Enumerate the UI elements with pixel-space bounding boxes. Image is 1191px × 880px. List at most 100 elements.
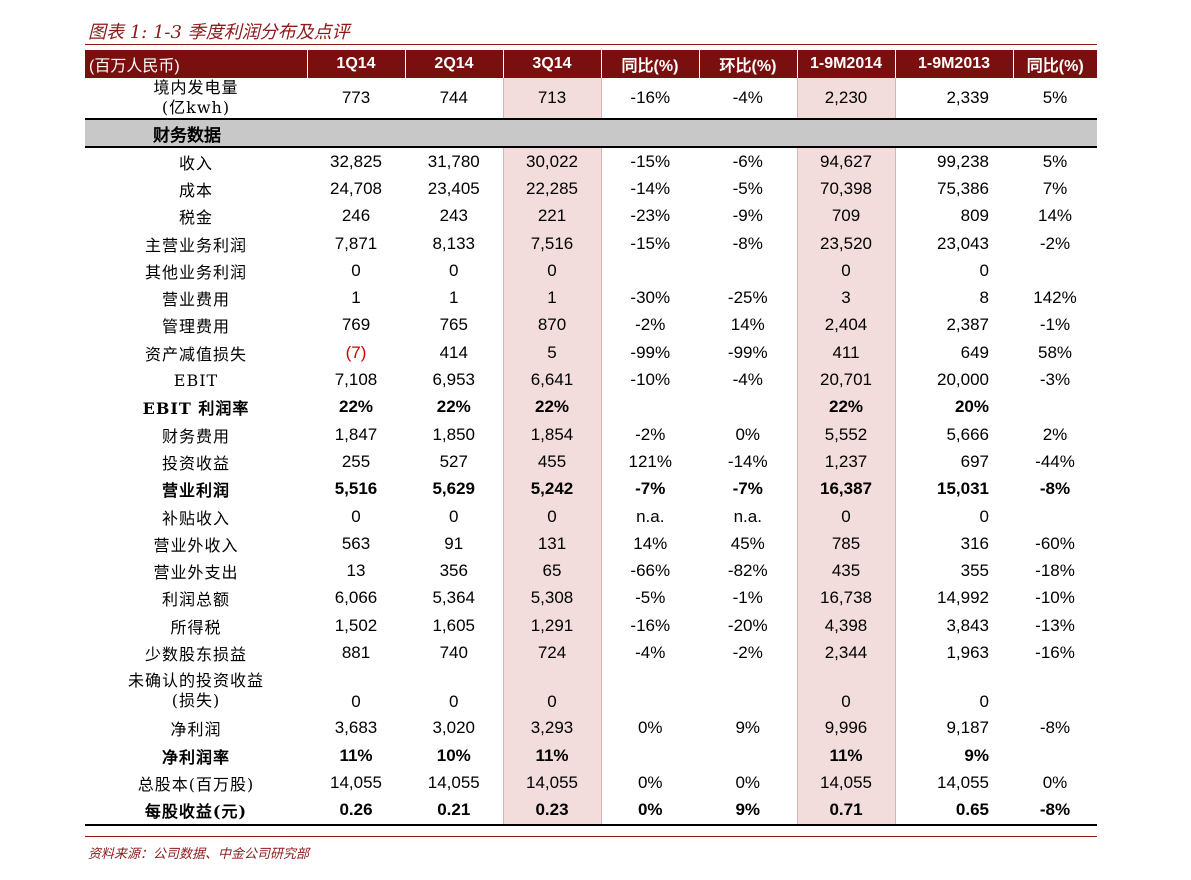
table-row: 营业利润 5,516 5,629 5,242 -7% -7% 16,387 15,031 -8% xyxy=(85,475,1097,503)
cell: 0 xyxy=(979,506,989,526)
cell: 1 xyxy=(502,284,602,312)
cell: -4% xyxy=(635,642,666,662)
cell: 3 xyxy=(796,284,896,312)
cell: -8% xyxy=(1039,718,1071,738)
cell: 1,291 xyxy=(502,612,602,640)
row-label: 税金 xyxy=(178,208,213,228)
cell: 2,230 xyxy=(796,78,896,119)
cell xyxy=(699,394,797,421)
row-label: 净利润率 xyxy=(161,747,230,767)
row-label: 少数股东损益 xyxy=(144,644,247,664)
cell: 91 xyxy=(444,533,464,553)
row-label-line2: (损失) xyxy=(171,690,221,710)
cell xyxy=(699,742,797,769)
table-row: EBIT 7,108 6,953 6,641 -10% -4% 20,701 20,000 -3… xyxy=(85,366,1097,394)
cell: 1,854 xyxy=(502,420,602,449)
cell: 356 xyxy=(439,561,468,581)
cell: -44% xyxy=(1035,451,1075,471)
cell: 221 xyxy=(502,202,602,230)
cell: 22% xyxy=(436,397,471,417)
cell: n.a. xyxy=(733,506,762,526)
row-label: 未确认的投资收益 (损失) xyxy=(85,667,307,715)
cell: 0% xyxy=(1042,772,1068,792)
cell: 11% xyxy=(339,745,373,765)
table-row: 净利润 3,683 3,020 3,293 0% 9% 9,996 9,187 -8% xyxy=(85,714,1097,742)
source-rule xyxy=(85,836,1097,837)
cell: 20,701 xyxy=(796,366,896,394)
section-row: 财务数据 xyxy=(85,118,1097,148)
cell: -14% xyxy=(630,178,671,198)
cell: 0 xyxy=(351,260,361,280)
cell: 243 xyxy=(439,206,468,226)
cell: 1,963 xyxy=(946,642,989,662)
cell: -7% xyxy=(732,479,763,499)
cell: 0.23 xyxy=(502,796,602,826)
cell: 563 xyxy=(341,533,371,553)
table-row-electricity: 境内发电量 (亿kwh) 773 744 713 -16% -4% 2,230 … xyxy=(85,78,1097,119)
cell: 411 xyxy=(796,339,896,367)
cell: 0 xyxy=(449,506,459,526)
source-note: 资料来源：公司数据、中金公司研究部 xyxy=(88,847,310,862)
cell: 0 xyxy=(449,260,459,280)
cell xyxy=(1013,503,1097,530)
cell: 14,055 xyxy=(937,772,989,792)
cell: 8,133 xyxy=(432,233,476,253)
cell: 5,364 xyxy=(432,588,476,608)
cell: 14% xyxy=(633,533,668,553)
cell: 0 xyxy=(502,502,602,531)
cell: 435 xyxy=(796,557,896,585)
cell: 0 xyxy=(796,666,896,715)
cell: 1,237 xyxy=(796,448,896,476)
cell: 65 xyxy=(502,557,602,585)
cell: 2,339 xyxy=(946,88,989,107)
cell: 16,738 xyxy=(796,584,896,613)
table-row: 投资收益 255 527 455 121% -14% 1,237 697 -44% xyxy=(85,448,1097,476)
cell: 6,641 xyxy=(502,366,602,394)
cell: 0 xyxy=(449,691,459,711)
cell: 22% xyxy=(338,397,374,417)
cell: 0 xyxy=(351,506,361,526)
cell: 3,843 xyxy=(946,615,989,635)
row-label: 财务费用 xyxy=(161,426,230,446)
cell: 8 xyxy=(979,288,989,308)
cell: -16% xyxy=(630,88,671,107)
row-label: 营业外支出 xyxy=(153,563,239,583)
cell: 0 xyxy=(351,691,361,711)
cell xyxy=(1013,394,1097,421)
cell xyxy=(601,667,699,715)
cell: -10% xyxy=(1035,588,1075,608)
table-row: 管理费用 769 765 870 -2% 14% 2,404 2,387 -1% xyxy=(85,311,1097,340)
cell: 7,108 xyxy=(334,370,378,390)
table-row: 补贴收入 0 0 0 n.a. n.a. 0 0 xyxy=(85,502,1097,531)
header-yoy-9m: 同比(%) xyxy=(1012,50,1097,78)
cell: 2,387 xyxy=(946,315,989,335)
cell: -4% xyxy=(732,88,763,107)
cell: 5% xyxy=(1042,88,1068,107)
cell: 7,871 xyxy=(334,233,378,253)
cell: 23,043 xyxy=(937,233,989,253)
cell: -20% xyxy=(727,615,768,635)
cell: 15,031 xyxy=(937,479,989,499)
cell: 649 xyxy=(960,342,989,362)
cell: 0 xyxy=(796,257,896,285)
cell: 744 xyxy=(439,88,468,107)
cell: -5% xyxy=(635,588,666,608)
header-unit: (百万人民币) xyxy=(85,50,307,78)
cell: 0 xyxy=(979,691,989,711)
table-row: 总股本(百万股) 14,055 14,055 14,055 0% 0% 14,055 14,0… xyxy=(85,769,1097,797)
cell: 30,022 xyxy=(502,147,602,176)
cell: -99% xyxy=(630,342,671,362)
cell: 22,285 xyxy=(502,175,602,203)
cell: 0% xyxy=(735,424,761,444)
cell: 1,502 xyxy=(334,615,378,635)
cell: 0.65 xyxy=(895,796,1013,826)
cell: 2% xyxy=(1042,424,1068,444)
table-row: 资产减值损失 (7) 414 5 -99% -99% 411 649 58% xyxy=(85,339,1097,367)
table-row: 成本 24,708 23,405 22,285 -14% -5% 70,398 75,386 7… xyxy=(85,175,1097,203)
cell xyxy=(1013,257,1097,284)
cell: -18% xyxy=(1035,561,1075,581)
cell: 75,386 xyxy=(937,178,989,198)
cell: 5,242 xyxy=(502,475,602,503)
cell: 1 xyxy=(449,288,459,308)
cell: 45% xyxy=(730,533,765,553)
